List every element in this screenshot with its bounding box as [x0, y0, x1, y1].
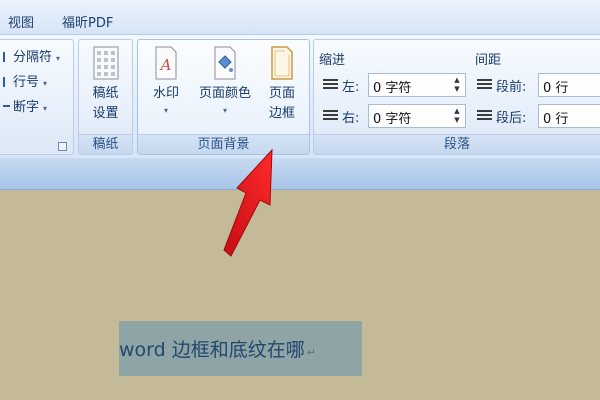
annotation-arrow-icon [223, 148, 273, 257]
